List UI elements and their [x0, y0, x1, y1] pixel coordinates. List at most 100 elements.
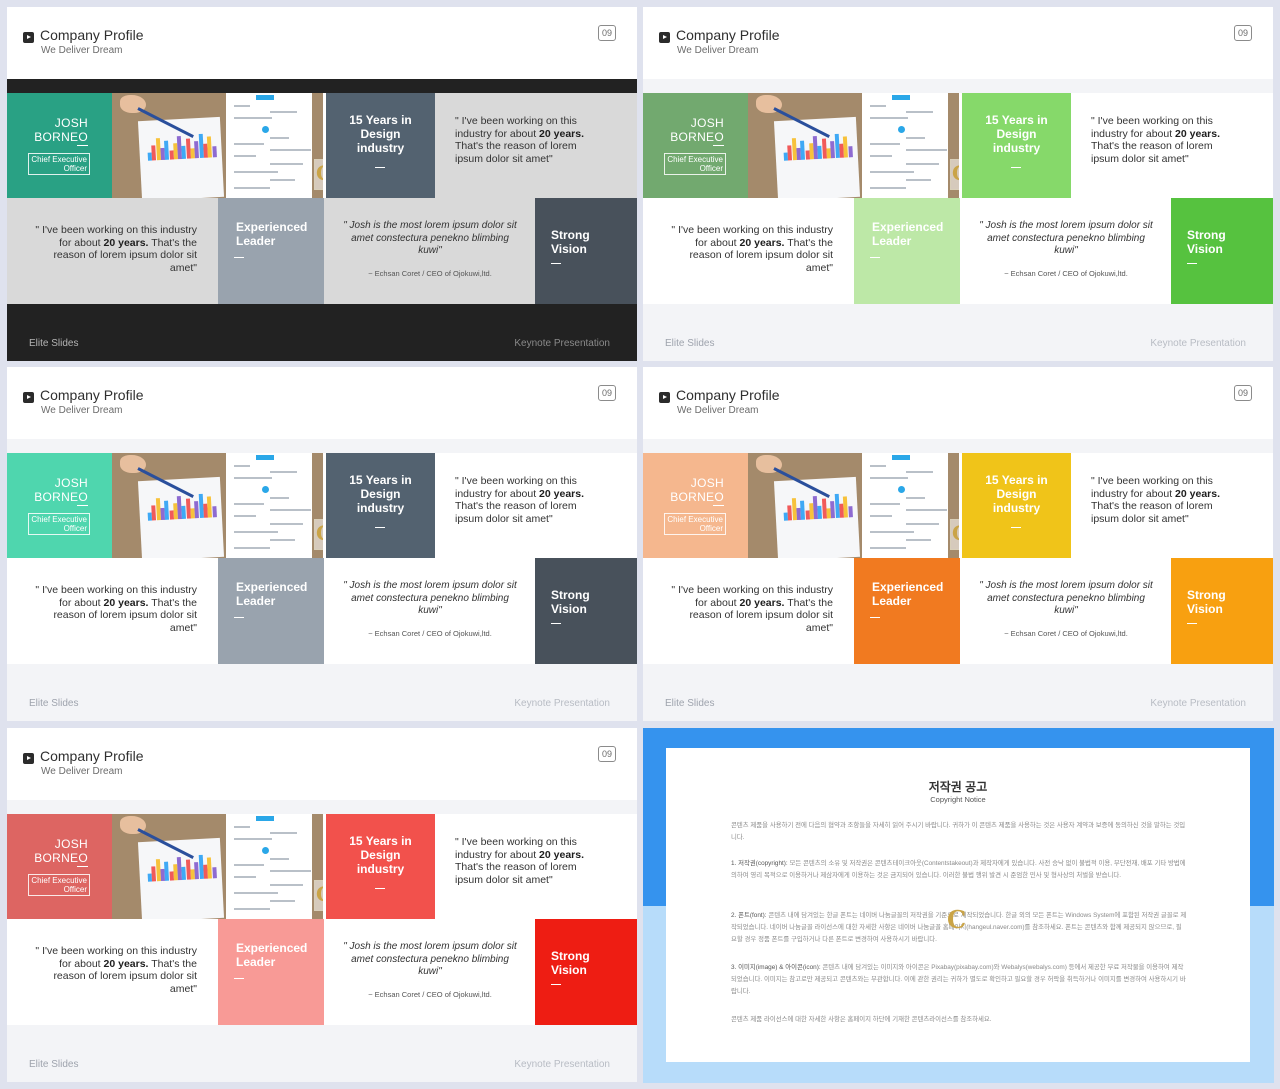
quote-bottom-bold: 20 years.: [103, 596, 149, 609]
photo-doc-paper: [862, 93, 948, 198]
photo-doc-header: [892, 455, 910, 460]
page-number: 09: [597, 25, 616, 41]
photo-doc-line: [270, 179, 295, 181]
photo-doc-line: [870, 547, 906, 549]
testimonial-text: " Josh is the most lorem ipsum dolor sit…: [343, 941, 517, 977]
desk-photo: C: [112, 814, 323, 919]
coin-logo-icon: C: [950, 159, 959, 190]
person-role-line1: Chief Executive: [31, 876, 87, 885]
copyright-subtitle: Copyright Notice: [930, 795, 986, 804]
quote-top-bold: 20 years.: [1175, 127, 1221, 140]
coin-logo-letter: C: [316, 884, 323, 904]
photo-doc-line: [270, 858, 289, 860]
photo-doc-dot: [262, 486, 269, 493]
photo-doc-line: [870, 515, 892, 517]
person-role-badge: Chief Executive Officer: [28, 874, 90, 896]
feature-leader-line1: Experienced: [236, 220, 308, 234]
person-card: JOSH BORNEO Chief Executive Officer: [643, 93, 748, 198]
footer-caption: Keynote Presentation: [1150, 338, 1246, 349]
photo-doc-line: [234, 105, 250, 107]
person-role-line1: Chief Executive: [31, 515, 87, 524]
quote-bottom: " I've been working on this industry for…: [665, 584, 833, 634]
photo-doc-header: [256, 816, 274, 821]
copyright-slide: 저작권 공고 Copyright Notice 콘텐츠 제품을 사용하기 전에 …: [643, 728, 1274, 1083]
photo-chart-bar: [211, 506, 217, 518]
feature-vision-line2: Vision: [1187, 242, 1223, 256]
testimonial-card: " Josh is the most lorem ipsum dolor sit…: [324, 558, 535, 664]
feature-years-line1: 15 Years in: [349, 113, 412, 127]
feature-years-dash: [1011, 527, 1021, 528]
coin-logo-letter: C: [952, 523, 959, 543]
page-number: 09: [597, 385, 616, 401]
testimonial-attribution: ~ Echsan Coret / CEO of Ojokuwi,ltd.: [368, 629, 492, 638]
person-last-name: BORNEO: [670, 130, 724, 144]
coin-logo-letter: C: [316, 523, 323, 543]
copyright-item-1: 1. 저작권(copyright): 모든 콘텐츠의 소유 및 저작권은 콘텐츠…: [731, 858, 1187, 882]
quote-bottom-bold: 20 years.: [103, 236, 149, 249]
feature-vision-text: Strong Vision: [551, 228, 590, 256]
feature-leader: Experienced Leader: [854, 198, 960, 304]
person-role-badge: Chief Executive Officer: [664, 153, 726, 175]
person-first-name: JOSH: [54, 116, 88, 130]
copyright-item-3-label: 3. 이미지(image) & 아이콘(icon):: [731, 964, 821, 971]
coin-logo-letter: C: [952, 163, 959, 183]
quote-top-bold: 20 years.: [539, 848, 585, 861]
coin-logo-icon: C: [950, 519, 959, 550]
feature-years: 15 Years in Design industry: [326, 814, 435, 919]
testimonial-card: " Josh is the most lorem ipsum dolor sit…: [324, 919, 535, 1025]
quote-top: " I've been working on this industry for…: [455, 836, 605, 886]
footer-brand: Elite Slides: [29, 1059, 79, 1070]
feature-years-line2: Design: [360, 848, 401, 862]
feature-years-dash: [375, 888, 385, 889]
quote-top-post: That's the reason of lorem ipsum dolor s…: [1091, 500, 1213, 525]
feature-vision-line2: Vision: [551, 242, 587, 256]
feature-leader-text: Experienced Leader: [236, 941, 307, 969]
photo-doc-paper: [226, 93, 312, 198]
photo-doc-line: [270, 471, 297, 473]
quote-top-bold: 20 years.: [539, 487, 585, 500]
copyright-intro: 콘텐츠 제품을 사용하기 전에 다음의 협약과 조항들을 자세히 읽어 주시기 …: [731, 822, 1186, 841]
feature-vision-text: Strong Vision: [1187, 228, 1226, 256]
feature-leader-line2: Leader: [872, 594, 912, 608]
photo-doc-line: [870, 503, 900, 505]
quote-bottom-bold: 20 years.: [739, 236, 785, 249]
play-icon: [23, 32, 34, 43]
feature-leader-text: Experienced Leader: [236, 220, 307, 248]
photo-doc-line: [234, 547, 270, 549]
slide-subtitle: We Deliver Dream: [677, 405, 759, 416]
person-last-name: BORNEO: [670, 490, 724, 504]
photo-doc-line: [234, 503, 264, 505]
play-icon: [23, 392, 34, 403]
slide-green: Company Profile We Deliver Dream 09 JOSH BOR…: [643, 7, 1273, 361]
feature-leader-dash: [870, 617, 880, 618]
testimonial-card: " Josh is the most lorem ipsum dolor sit…: [324, 198, 535, 304]
slide-title: Company Profile: [40, 27, 144, 43]
feature-years-line2: Design: [360, 487, 401, 501]
slide-subtitle: We Deliver Dream: [41, 45, 123, 56]
feature-vision-line2: Vision: [1187, 602, 1223, 616]
quote-bottom: " I've been working on this industry for…: [665, 224, 833, 274]
feature-vision-line1: Strong: [551, 228, 590, 242]
profile-grid: JOSHBORNEO Chief ExecutiveOfficer C 15 Year…: [7, 93, 637, 304]
desk-photo: C: [112, 453, 323, 558]
photo-doc-line: [270, 111, 297, 113]
person-card: JOSH BORNEO Chief Executive Officer: [7, 93, 112, 198]
photo-doc-line: [870, 477, 908, 479]
person-name: JOSH BORNEO: [670, 116, 724, 144]
feature-vision-line2: Vision: [551, 602, 587, 616]
person-name: JOSH BORNEO: [34, 476, 88, 504]
feature-years-dash: [1011, 167, 1021, 168]
coin-logo-icon: C: [314, 159, 323, 190]
testimonial-text: " Josh is the most lorem ipsum dolor sit…: [979, 220, 1153, 256]
feature-years: 15 Years in Design industry: [326, 93, 435, 198]
feature-years-dash: [375, 527, 385, 528]
person-role-line1: Chief Executive: [667, 515, 723, 524]
person-dash: [77, 866, 88, 867]
feature-years: 15 Years in Design industry: [962, 93, 1071, 198]
quote-top-post: That's the reason of lorem ipsum dolor s…: [455, 140, 577, 165]
quote-top: " I've been working on this industry for…: [455, 115, 605, 165]
copyright-item-2-label: 2. 폰트(font):: [731, 912, 767, 919]
slide-mint: Company Profile We Deliver Dream 09 JOSH BOR…: [7, 367, 637, 721]
photo-doc-line: [906, 523, 939, 525]
photo-doc-line: [870, 465, 886, 467]
